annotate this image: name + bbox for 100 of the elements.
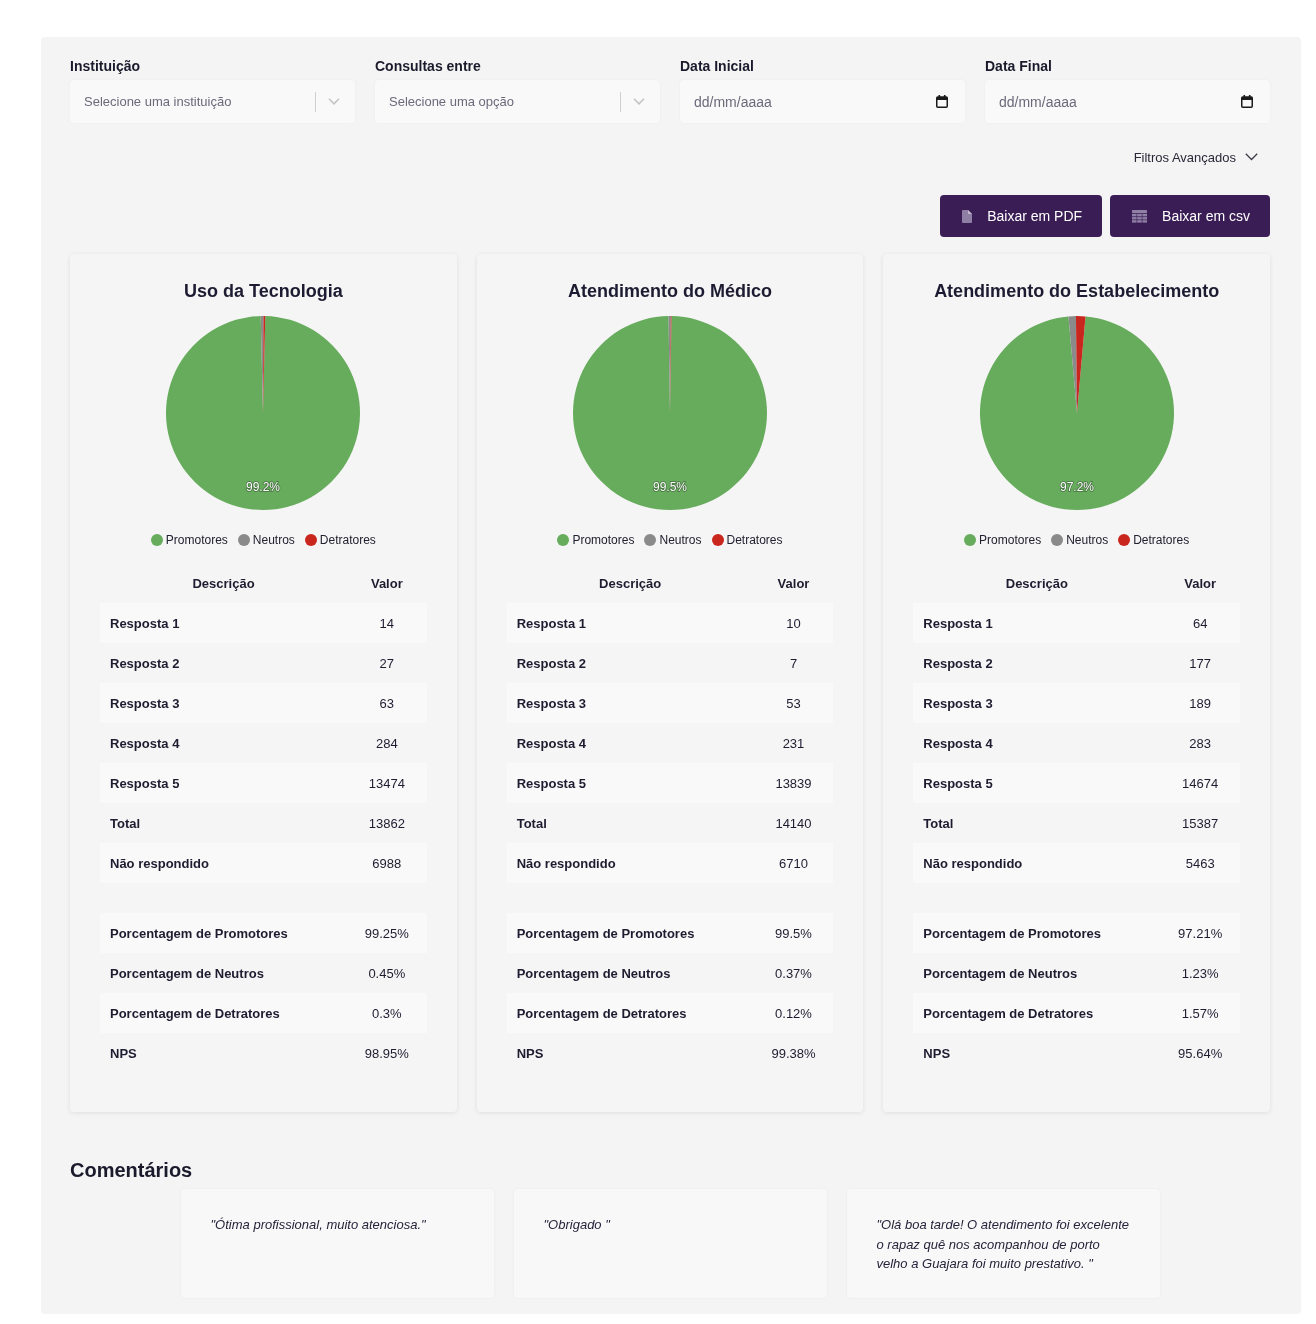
table-cell: 13839: [753, 763, 834, 803]
table-cell-text: 0.45%: [367, 964, 407, 983]
table-cell: Resposta 1: [100, 603, 347, 643]
table-cell: Resposta 5: [100, 763, 347, 803]
table-cell: 6710: [753, 843, 834, 883]
table-cell-text: 13862: [367, 814, 406, 833]
table-cell-text: Resposta 2: [922, 654, 994, 673]
select-field[interactable]: Selecione uma instituição: [70, 80, 355, 123]
table-cell: 53: [753, 683, 834, 723]
table-cell-text: 284: [374, 734, 399, 753]
legend-label: Detratores: [319, 533, 376, 547]
comment-text: "Olá boa tarde! O atendimento foi excelente o rapaz quê nos acompanhou de porto velho a Guajara foi muito prestativo. ": [876, 1216, 1130, 1273]
table-cell-text: 7: [788, 654, 799, 673]
advanced-filters-button[interactable]: Filtros Avançados: [1133, 142, 1258, 172]
table-cell-text: Total: [109, 814, 142, 833]
table-cell-text: Resposta 2: [109, 654, 181, 673]
table-cell: Porcentagem de Promotores: [913, 913, 1161, 953]
comment-text: "Ótima profissional, muito atenciosa.": [210, 1216, 427, 1234]
legend-label: Neutros: [252, 533, 295, 547]
legend-label: Promotores: [979, 533, 1042, 547]
table-cell: Resposta 3: [913, 683, 1161, 723]
table-cell-text: NPS: [109, 1044, 138, 1063]
table-cell: Resposta 5: [506, 763, 754, 803]
table-cell: Resposta 3: [100, 683, 347, 723]
table-cell-text: 0.37%: [774, 964, 813, 983]
table-cell: 10: [753, 603, 834, 643]
table-cell: 14674: [1160, 763, 1240, 803]
table-cell: Porcentagem de Promotores: [100, 913, 347, 953]
date-field[interactable]: dd/mm/aaaa: [680, 80, 965, 123]
table-cell: 14: [347, 603, 427, 643]
legend-label: Neutros: [1066, 533, 1109, 547]
table-icon: [1132, 209, 1148, 223]
table-cell: 1.57%: [1160, 993, 1240, 1033]
table-cell-text: Resposta 4: [922, 734, 994, 753]
table-cell-text: NPS: [515, 1044, 545, 1063]
column-header: Valor: [1183, 574, 1218, 593]
field-label: Data Inicial: [680, 58, 754, 74]
date-field[interactable]: dd/mm/aaaa: [985, 80, 1270, 123]
column-header: Descrição: [191, 574, 256, 593]
table-cell-text: Resposta 4: [515, 734, 588, 753]
table-cell: Porcentagem de Detratores: [913, 993, 1161, 1033]
section-title: Comentários: [70, 1158, 194, 1182]
table-cell: Resposta 1: [913, 603, 1161, 643]
file-icon: [962, 209, 973, 223]
chevron-down-icon: [633, 98, 645, 105]
select-field[interactable]: Selecione uma opção: [375, 80, 660, 123]
export-button[interactable]: Baixar em PDF: [940, 195, 1103, 237]
table-cell-text: 231: [781, 734, 806, 753]
field-label: Consultas entre: [375, 58, 481, 74]
column-header: Descrição: [598, 574, 663, 593]
legend-label: Promotores: [165, 533, 228, 547]
chart-title: Atendimento do Estabelecimento: [934, 280, 1220, 302]
table-cell: Não respondido: [506, 843, 754, 883]
table-cell: 99.5%: [753, 913, 834, 953]
table-cell-text: Resposta 2: [515, 654, 588, 673]
table-cell-text: 27: [378, 654, 396, 673]
table-cell-text: 14140: [774, 814, 813, 833]
table-cell-text: 95.64%: [1177, 1044, 1224, 1063]
table-cell-text: 98.95%: [363, 1044, 410, 1063]
chart-title: Uso da Tecnologia: [184, 280, 343, 302]
table-cell: 5463: [1160, 843, 1240, 883]
table-cell: 63: [347, 683, 427, 723]
table-cell-text: Total: [515, 814, 548, 833]
table-cell: 97.21%: [1160, 913, 1240, 953]
table-cell: Resposta 3: [506, 683, 754, 723]
column-header: Valor: [776, 574, 811, 593]
comment-text: "Obrigado ": [543, 1216, 612, 1234]
calendar-icon[interactable]: [936, 95, 948, 108]
field-label: Data Final: [985, 58, 1052, 74]
table-cell-text: 99.38%: [770, 1044, 817, 1063]
table-cell-text: NPS: [922, 1044, 952, 1063]
table-cell: 99.25%: [347, 913, 427, 953]
column-header: Valor: [369, 574, 404, 593]
table-cell: Não respondido: [100, 843, 347, 883]
chart-title: Atendimento do Médico: [568, 280, 772, 302]
export-button[interactable]: Baixar em csv: [1110, 195, 1270, 237]
table-cell-text: 1.23%: [1180, 964, 1220, 983]
table-cell-text: Porcentagem de Neutros: [109, 964, 265, 983]
table-cell: Porcentagem de Detratores: [100, 993, 347, 1033]
table-cell: 13474: [347, 763, 427, 803]
chevron-down-icon: [328, 98, 340, 105]
table-cell: Resposta 1: [506, 603, 754, 643]
legend-label: Neutros: [659, 533, 702, 547]
table-cell-text: Porcentagem de Neutros: [515, 964, 672, 983]
table-cell: 6988: [347, 843, 427, 883]
table-cell-text: Total: [922, 814, 955, 833]
calendar-icon[interactable]: [1241, 95, 1253, 108]
column-header: Descrição: [1004, 574, 1069, 593]
table-cell: Porcentagem de Detratores: [506, 993, 754, 1033]
table-cell: Não respondido: [913, 843, 1161, 883]
slice-value-label: 97.2%: [1059, 479, 1094, 494]
slice-value-label: 99.5%: [652, 479, 687, 494]
legend-label: Detratores: [1133, 533, 1190, 547]
table-cell-text: 177: [1188, 654, 1212, 673]
table-cell: 64: [1160, 603, 1240, 643]
legend-label: Detratores: [726, 533, 783, 547]
table-cell: Resposta 5: [913, 763, 1161, 803]
table-cell: 0.12%: [753, 993, 834, 1033]
slice-value-label: 99.2%: [246, 479, 281, 494]
table-cell-text: 15387: [1181, 814, 1220, 833]
